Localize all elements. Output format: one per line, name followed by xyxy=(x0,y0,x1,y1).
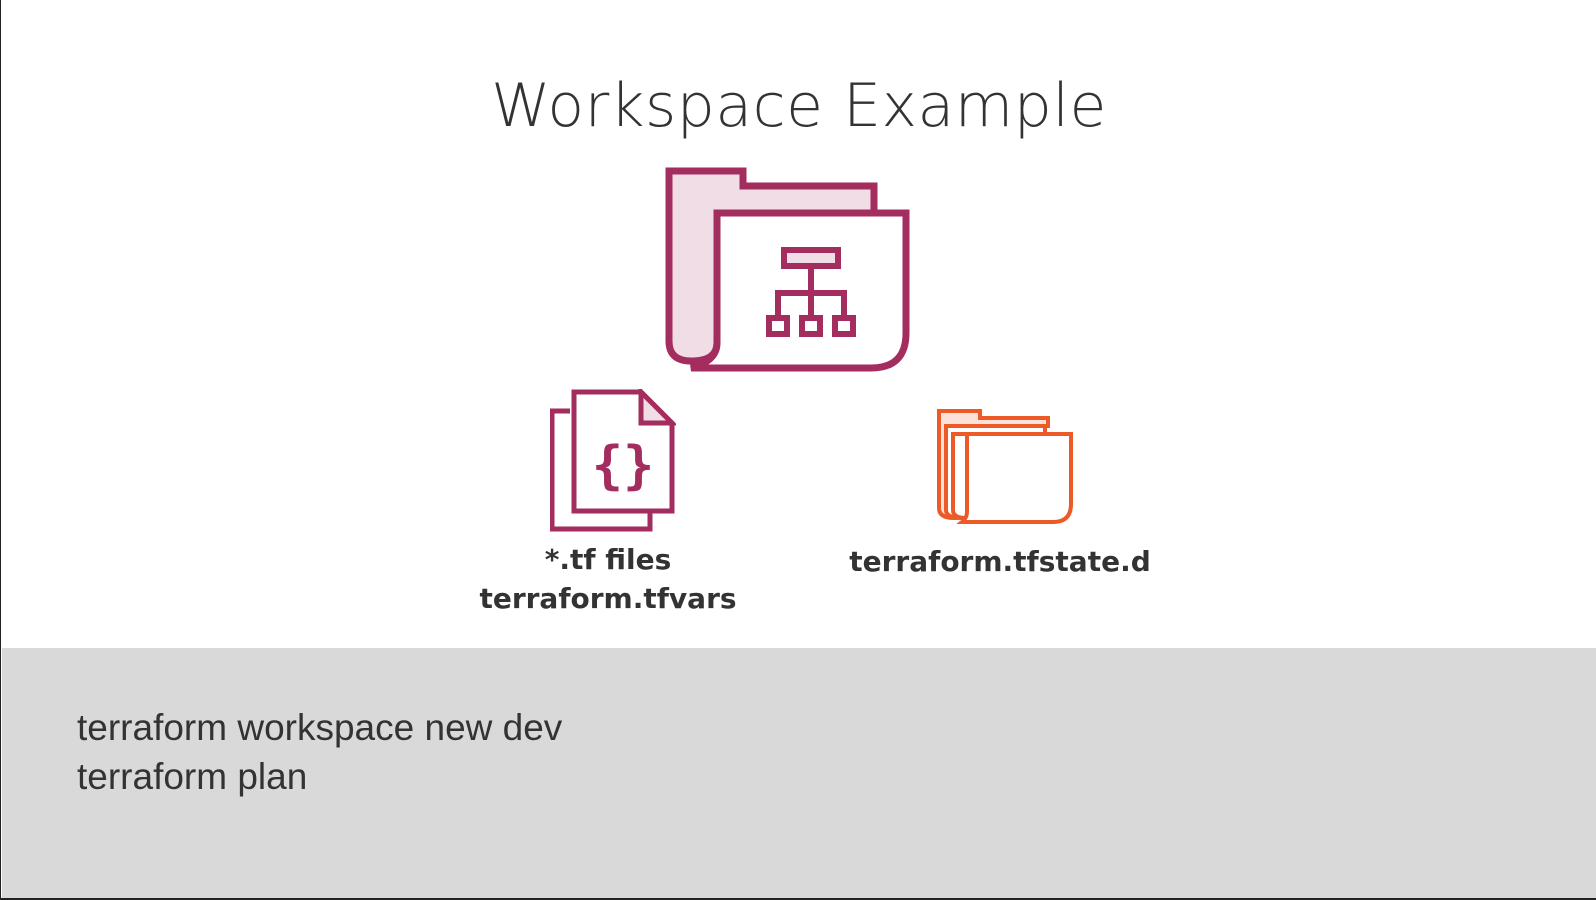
command-line-workspace-new: terraform workspace new dev xyxy=(77,707,563,748)
svg-text:{}: {} xyxy=(592,436,655,496)
tfstate-label: terraform.tfstate.d xyxy=(849,545,1151,578)
workspace-folder-hierarchy-icon xyxy=(665,167,910,372)
stacked-folders-icon xyxy=(937,409,1073,524)
code-files-icon: {} xyxy=(550,389,676,532)
tfvars-label: terraform.tfvars xyxy=(479,582,737,615)
command-line-plan: terraform plan xyxy=(77,756,308,797)
slide: Workspace Example {} *.tf files terrafor… xyxy=(0,0,1596,900)
tf-files-label: *.tf files xyxy=(544,543,672,576)
slide-title: Workspace Example xyxy=(491,71,1107,141)
